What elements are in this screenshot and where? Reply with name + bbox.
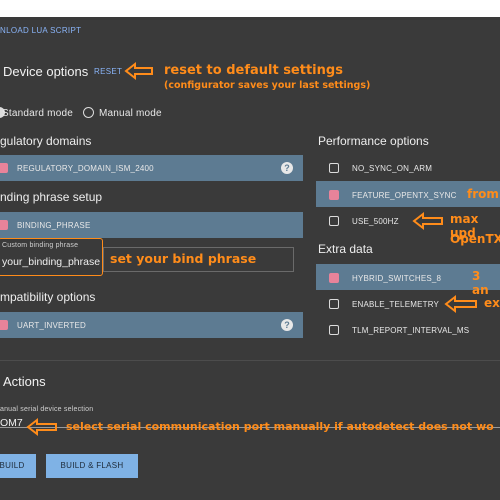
help-icon[interactable]: ? [281,319,293,331]
telemetry-label: ENABLE_TELEMETRY [352,300,440,309]
hybrid-switches-checkbox[interactable] [329,273,339,283]
arrow-icon [444,294,477,314]
regulatory-domains-title: gulatory domains [0,134,92,148]
serial-annotation: select serial communication port manuall… [66,420,494,433]
opentx-annotation: from [467,187,499,201]
use-500hz-checkbox[interactable] [329,216,339,226]
extra-data-title: Extra data [318,242,373,256]
download-lua-link[interactable]: NLOAD LUA SCRIPT [0,26,81,35]
serial-device-value: OM7 [0,417,23,429]
arrow-icon [26,417,57,437]
regulatory-checkbox[interactable] [0,163,8,173]
reset-annotation-sub: (configurator saves your last settings) [164,80,371,91]
telemetry-checkbox[interactable] [329,299,339,309]
binding-phrase-title: nding phrase setup [0,190,103,204]
device-options-title: Device options [3,64,89,79]
build-flash-button[interactable]: BUILD & FLASH [46,454,138,478]
tlm-interval-checkbox[interactable] [329,325,339,335]
manual-mode-label: Manual mode [99,108,162,119]
uart-checkbox[interactable] [0,320,8,330]
tlm-interval-label: TLM_REPORT_INTERVAL_MS [352,326,470,335]
binding-field-label: Custom binding phrase [2,242,79,249]
no-sync-checkbox[interactable] [329,163,339,173]
section-divider [0,360,500,361]
actions-title: Actions [3,374,46,389]
telemetry-annotation: ex [484,296,500,310]
standard-mode-label: Standard mode [2,108,73,119]
reset-button[interactable]: RESET [94,67,122,76]
use-500hz-label: USE_500HZ [352,217,399,226]
opentx-sync-label: FEATURE_OPENTX_SYNC [352,191,457,200]
arrow-icon [412,211,443,231]
help-icon[interactable]: ? [281,162,293,174]
hybrid-annotation: 3 an [472,269,489,297]
serial-field-label: anual serial device selection [0,406,94,413]
opentx-sync-checkbox[interactable] [329,190,339,200]
uart-option-label: UART_INVERTED [17,321,86,330]
compatibility-title: mpatibility options [0,290,96,304]
binding-annotation: set your bind phrase [110,251,257,266]
build-button[interactable]: BUILD [0,454,36,478]
manual-mode-radio[interactable] [83,107,94,118]
arrow-icon [124,61,153,81]
hybrid-switches-label: HYBRID_SWITCHES_8 [352,274,442,283]
regulatory-option-label: REGULATORY_DOMAIN_ISM_2400 [17,164,154,173]
binding-option-label: BINDING_PHRASE [17,221,91,230]
performance-title: Performance options [318,134,429,148]
hz-annotation-sub: OpenTX [450,232,500,246]
window-top-strip [0,0,500,17]
binding-field-value: your_binding_phrase [2,256,101,268]
binding-checkbox[interactable] [0,220,8,230]
no-sync-label: NO_SYNC_ON_ARM [352,164,433,173]
reset-annotation: reset to default settings [164,63,343,78]
